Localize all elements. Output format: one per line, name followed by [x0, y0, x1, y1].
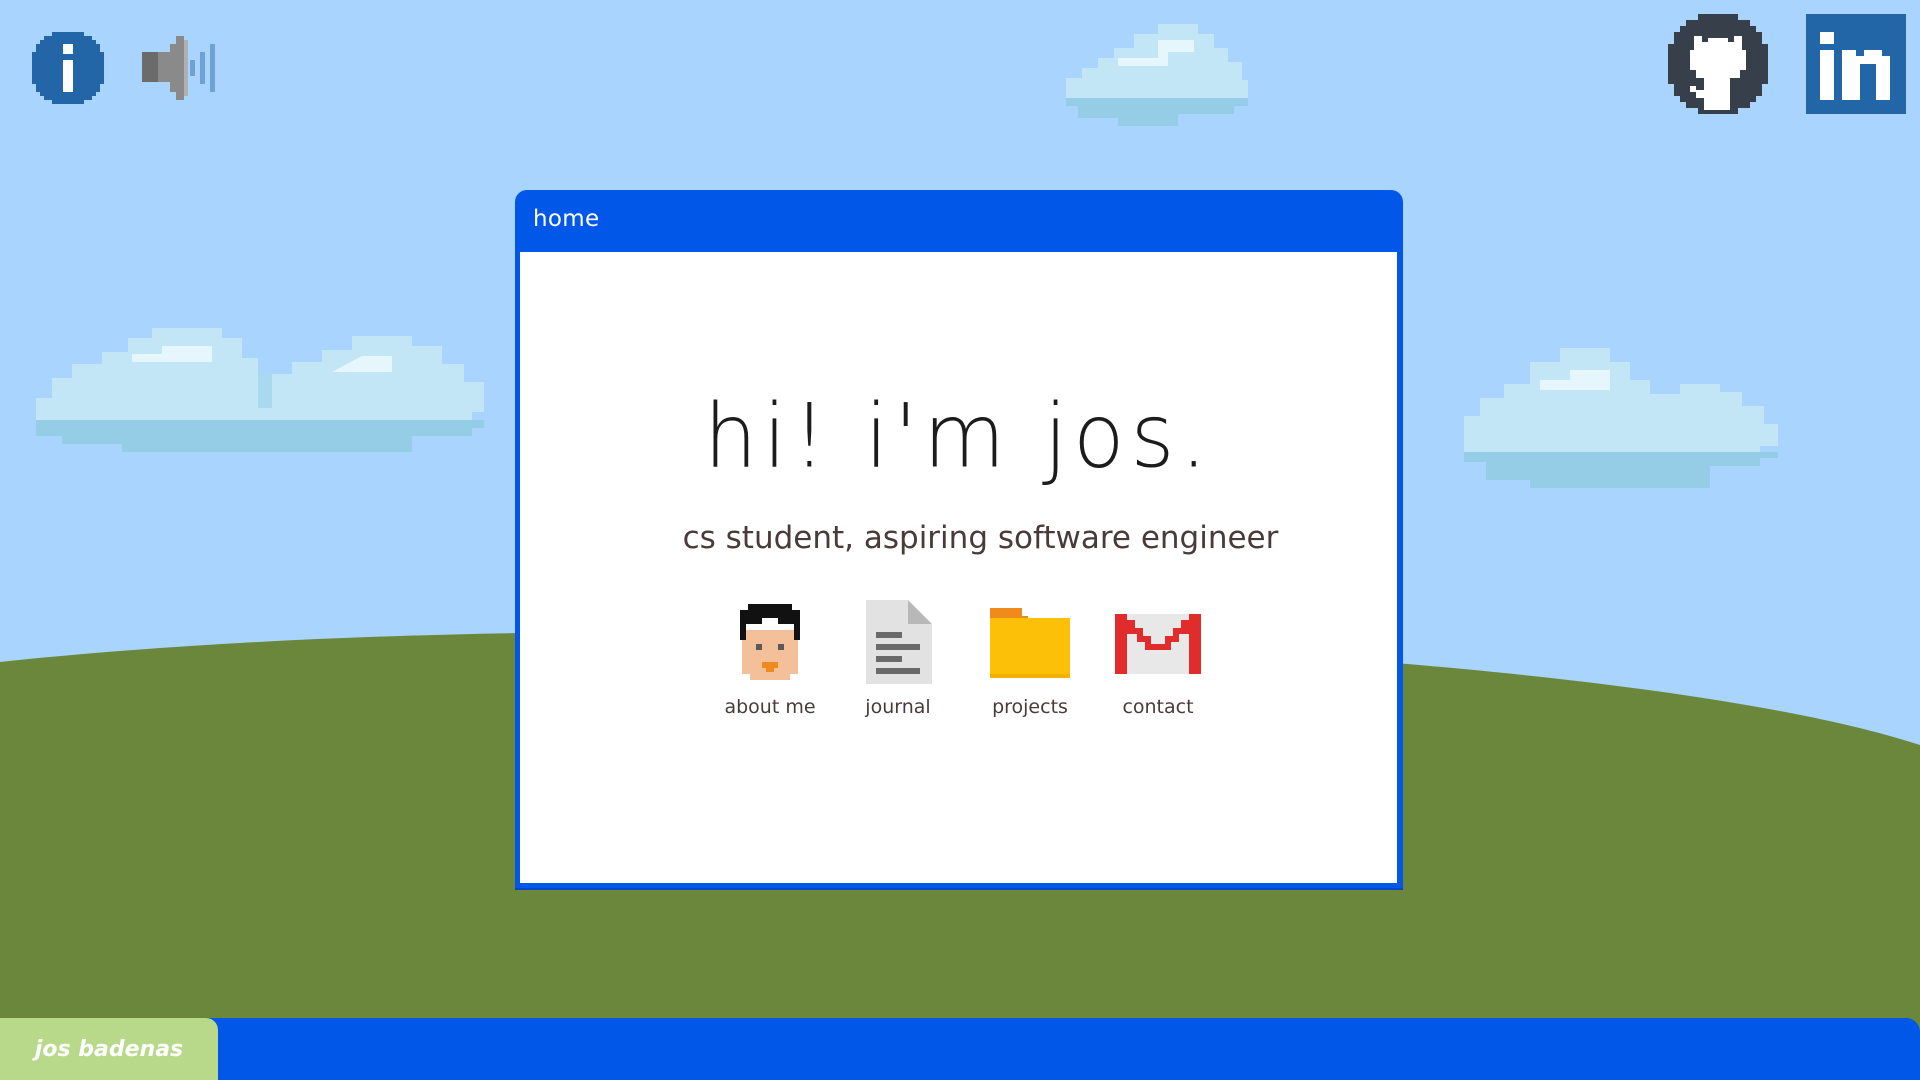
app-contact[interactable]: contact: [1093, 600, 1223, 718]
home-window: home hi! i'm jos. cs student, aspiring s…: [515, 190, 1403, 888]
subtitle-text: cs student, aspiring software engineer: [682, 520, 1279, 556]
folder-icon: [990, 608, 1070, 678]
window-title: home: [533, 206, 600, 232]
app-about-me[interactable]: about me: [705, 600, 835, 718]
app-label: projects: [992, 696, 1068, 718]
document-icon: [866, 600, 932, 684]
linkedin-link[interactable]: [1806, 14, 1906, 118]
greeting-heading: hi! i'm jos.: [703, 384, 1214, 488]
start-label: jos badenas: [34, 1036, 184, 1062]
info-button[interactable]: [30, 30, 106, 110]
window-body: hi! i'm jos. cs student, aspiring softwa…: [520, 252, 1397, 883]
cloud-top: [1066, 24, 1248, 126]
gmail-icon: [1115, 614, 1201, 674]
cloud-left: [36, 328, 484, 452]
github-link[interactable]: [1668, 14, 1768, 118]
info-icon: [32, 32, 104, 104]
avatar-icon: [740, 604, 800, 680]
sound-button[interactable]: [140, 30, 226, 110]
app-journal[interactable]: journal: [833, 600, 963, 718]
cloud-right: [1464, 348, 1778, 488]
app-projects[interactable]: projects: [965, 600, 1095, 718]
taskbar: [0, 1018, 1920, 1080]
linkedin-icon: [1806, 14, 1906, 114]
app-label: about me: [724, 696, 816, 718]
app-label: contact: [1122, 696, 1194, 718]
app-label: journal: [865, 696, 931, 718]
speaker-icon: [142, 36, 215, 100]
start-button[interactable]: jos badenas: [0, 1018, 218, 1080]
github-icon: [1668, 14, 1768, 114]
